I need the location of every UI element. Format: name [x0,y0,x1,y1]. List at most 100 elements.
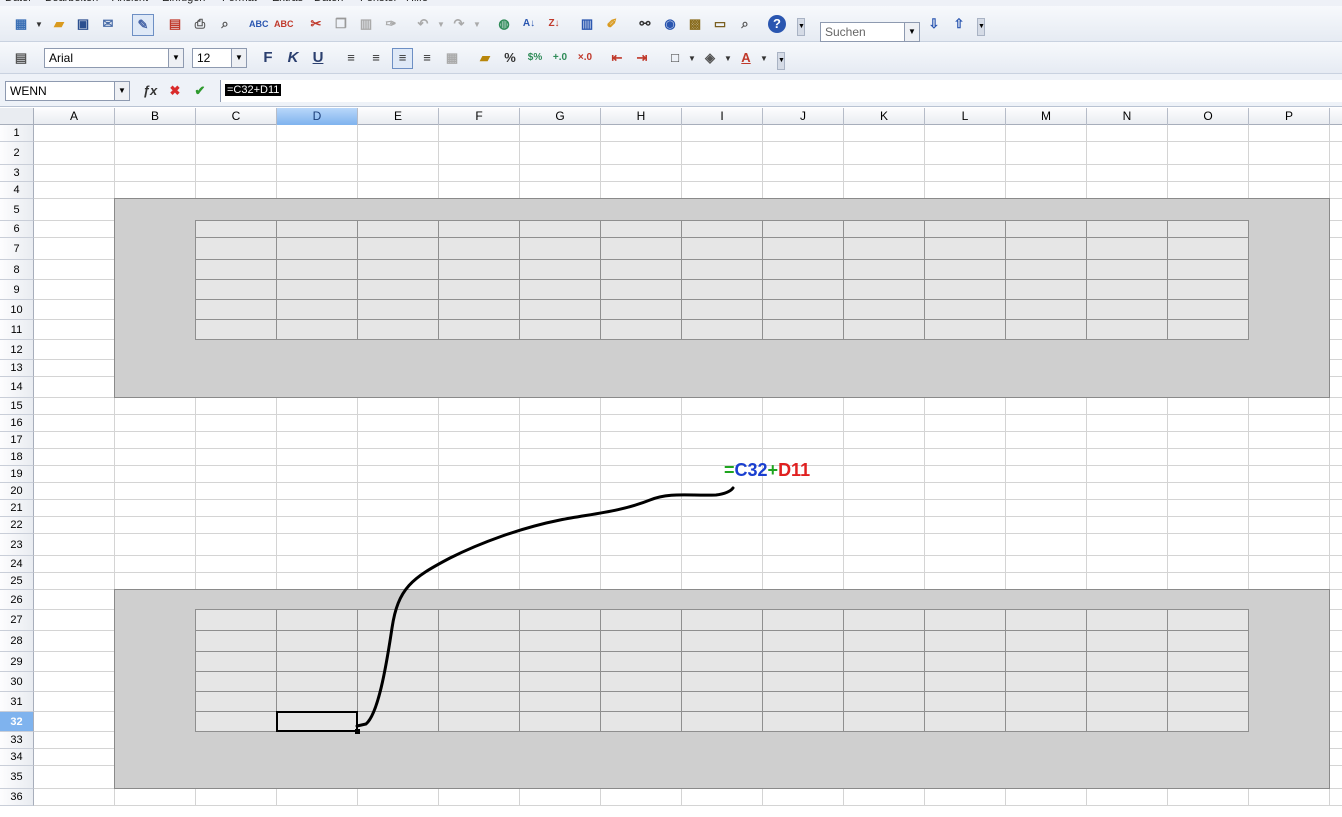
row-header-25[interactable]: 25 [0,573,34,590]
monthly-total-cell[interactable] [1168,300,1247,320]
monthly-value-cell[interactable] [520,260,599,280]
annual-value-cell[interactable] [520,692,599,712]
find-previous-icon[interactable]: ⇧ [950,15,968,33]
annual-value-cell[interactable] [520,652,599,672]
row-header-19[interactable]: 19 [0,466,34,483]
column-header-e[interactable]: E [358,108,439,125]
annual-value-cell[interactable] [439,712,518,732]
menu-item-6[interactable]: Daten [314,0,343,4]
monthly-value-cell[interactable] [601,300,680,320]
annual-value-cell[interactable] [358,712,437,732]
annual-value-cell[interactable] [277,652,356,672]
chevron-down-icon[interactable]: ▼ [760,54,768,63]
monthly-value-cell[interactable] [277,280,356,300]
monthly-value-cell[interactable] [763,280,842,300]
chart-icon[interactable]: ▥ [578,15,596,33]
email-icon[interactable]: ✉ [99,15,117,33]
annual-value-cell[interactable] [439,672,518,692]
annual-value-cell[interactable] [682,632,761,652]
monthly-value-cell[interactable] [844,300,923,320]
chevron-down-icon[interactable]: ▼ [168,49,183,67]
menu-item-8[interactable]: Hilfe [406,0,428,4]
redo-icon[interactable]: ↷ [450,15,468,33]
monthly-value-cell[interactable] [439,320,518,340]
data-sources-icon[interactable]: ▭ [711,15,729,33]
monthly-total-cell[interactable] [1168,320,1247,340]
monthly-value-cell[interactable] [682,320,761,340]
annual-cell-bg[interactable] [195,609,277,631]
font-color-icon[interactable]: A [737,49,755,67]
annual-value-cell[interactable] [925,632,1004,652]
annual-value-cell[interactable] [520,632,599,652]
row-header-32[interactable]: 32 [0,712,34,732]
row-header-23[interactable]: 23 [0,534,34,556]
column-header-d[interactable]: D [277,108,358,125]
monthly-value-cell[interactable] [601,280,680,300]
cancel-icon[interactable]: ✖ [166,82,184,100]
monthly-value-cell[interactable] [277,320,356,340]
zoom-icon[interactable]: ⌕ [736,15,754,33]
annual-value-cell[interactable] [439,692,518,712]
help-icon[interactable]: ? [768,15,786,33]
monthly-cell-bg[interactable] [843,220,925,238]
column-header-m[interactable]: M [1006,108,1087,125]
sort-descending-icon[interactable]: Z↓ [545,15,563,33]
annual-value-cell[interactable] [601,692,680,712]
accept-icon[interactable]: ✔ [191,82,209,100]
monthly-value-cell[interactable] [763,260,842,280]
borders-icon[interactable]: □ [666,49,684,67]
annual-value-cell[interactable] [925,692,1004,712]
annual-value-cell[interactable] [1087,652,1166,672]
annual-cell-bg[interactable] [1005,609,1087,631]
chevron-down-icon[interactable]: ▼ [35,20,43,29]
row-header-11[interactable]: 11 [0,320,34,340]
monthly-value-cell[interactable] [925,320,1004,340]
monthly-value-cell[interactable] [1087,260,1166,280]
monthly-total-cell[interactable] [1168,260,1247,280]
search-combo[interactable]: Suchen ▼ [820,22,920,42]
annual-value-cell[interactable] [682,692,761,712]
monthly-cell-bg[interactable] [519,220,601,238]
percent-button[interactable]: % [501,49,519,67]
menu-item-5[interactable]: Extras [272,0,303,4]
annual-value-cell[interactable] [601,712,680,732]
annual-value-cell[interactable] [1006,632,1085,652]
annual-value-cell[interactable] [763,632,842,652]
background-color-icon[interactable]: ◈ [701,49,719,67]
annual-cell-bg[interactable] [519,609,601,631]
column-header-p[interactable]: P [1249,108,1330,125]
edit-mode-icon[interactable]: ✎ [132,14,154,36]
monthly-value-cell[interactable] [1006,320,1085,340]
annual-value-cell[interactable] [196,632,275,652]
monthly-value-cell[interactable] [1087,280,1166,300]
annual-value-cell[interactable] [682,652,761,672]
row-header-16[interactable]: 16 [0,415,34,432]
monthly-value-cell[interactable] [601,320,680,340]
row-header-20[interactable]: 20 [0,483,34,500]
monthly-value-cell[interactable] [601,240,680,260]
annual-value-cell[interactable] [1087,692,1166,712]
monthly-value-cell[interactable] [277,240,356,260]
monthly-value-cell[interactable] [520,320,599,340]
monthly-cell-bg[interactable] [276,220,358,238]
monthly-value-cell[interactable] [1087,320,1166,340]
spreadsheet-grid[interactable]: ABCDEFGHIJKLMNOP 1 2 3 4 5 6 7 8 9 10 11 12 13 14 15 16… [0,108,1342,817]
monthly-value-cell[interactable] [682,300,761,320]
annual-value-cell[interactable] [1006,712,1085,732]
monthly-value-cell[interactable] [358,320,437,340]
export-pdf-icon[interactable]: ▤ [166,15,184,33]
monthly-value-cell[interactable] [358,240,437,260]
annual-value-cell[interactable] [844,692,923,712]
column-header-l[interactable]: L [925,108,1006,125]
name-box[interactable]: WENN ▼ [5,81,130,101]
monthly-value-cell[interactable] [844,320,923,340]
font-name-combo[interactable]: Arial ▼ [44,48,184,68]
menu-item-7[interactable]: Fenster [360,0,397,4]
monthly-value-cell[interactable] [1087,300,1166,320]
monthly-value-cell[interactable] [277,300,356,320]
column-header-b[interactable]: B [115,108,196,125]
annual-total-cell[interactable] [1168,632,1247,652]
new-document-icon[interactable]: ▦ [12,15,30,33]
monthly-value-cell[interactable] [358,260,437,280]
chevron-down-icon[interactable]: ▼ [114,82,129,100]
